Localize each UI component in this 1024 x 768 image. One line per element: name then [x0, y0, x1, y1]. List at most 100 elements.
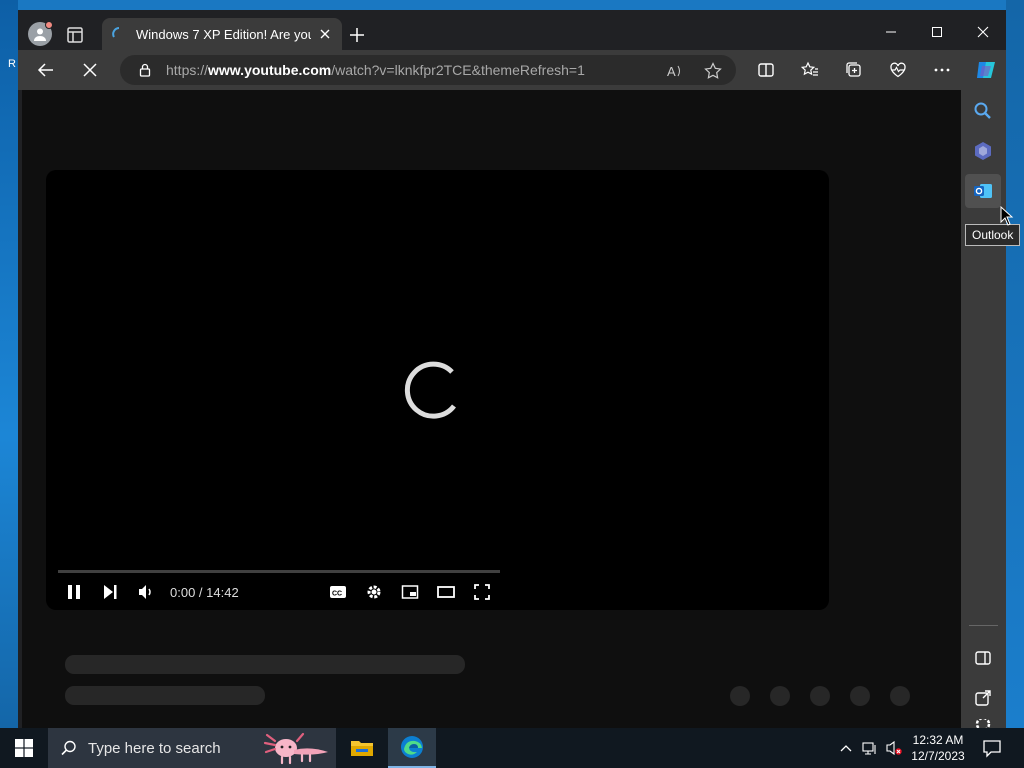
theater-mode-icon: [437, 586, 455, 598]
split-screen-button[interactable]: [756, 60, 776, 80]
sidebar-open-external-button[interactable]: [972, 687, 994, 709]
edge-taskbar-button[interactable]: [388, 728, 436, 768]
file-explorer-button[interactable]: [338, 728, 386, 768]
sidebar-outlook-button[interactable]: [972, 180, 994, 202]
tab-title: Windows 7 XP Edition! Are you k: [136, 26, 311, 42]
player-controls: 0:00 / 14:42 CC: [46, 580, 829, 604]
new-tab-icon[interactable]: [348, 26, 366, 44]
more-button[interactable]: [932, 60, 952, 80]
more-icon: [934, 68, 950, 72]
edge-sidebar: [961, 90, 1006, 728]
start-button[interactable]: [0, 728, 48, 768]
sidebar-toggle-icon: [975, 651, 991, 665]
open-external-icon: [975, 690, 991, 706]
next-video-button[interactable]: [100, 582, 120, 602]
sidebar-hide-button[interactable]: [972, 647, 994, 669]
loading-spinner-icon: [404, 361, 456, 419]
title-skeleton: [65, 655, 465, 674]
taskbar-search-box[interactable]: Type here to search: [48, 728, 336, 768]
notification-icon[interactable]: [982, 738, 1002, 758]
sidebar-divider: [969, 625, 998, 626]
pause-button[interactable]: [64, 582, 84, 602]
volume-button[interactable]: [136, 582, 156, 602]
collections-button[interactable]: [844, 60, 864, 80]
mouse-cursor-icon: [1000, 206, 1014, 226]
outlook-tooltip: Outlook: [965, 224, 1021, 246]
maximize-icon: [932, 27, 942, 37]
browser-essentials-icon: [890, 62, 906, 78]
copilot-icon: [977, 62, 995, 78]
profile-button[interactable]: [28, 21, 53, 46]
browser-essentials-button[interactable]: [888, 60, 908, 80]
close-icon: [977, 26, 989, 38]
browser-toolbar: https://www.youtube.com/watch?v=lknkfpr2…: [18, 50, 1006, 90]
sidebar-copilot-button[interactable]: [972, 140, 994, 162]
settings-button[interactable]: [364, 582, 384, 602]
next-icon: [104, 585, 117, 599]
action-skeleton-3: [810, 686, 830, 706]
action-skeleton-4: [850, 686, 870, 706]
miniplayer-button[interactable]: [400, 582, 420, 602]
desktop-background-right: [1006, 0, 1024, 728]
split-screen-icon: [758, 63, 774, 77]
profile-icon: [34, 28, 46, 41]
video-progress-bar[interactable]: [58, 570, 500, 573]
back-arrow-icon: [37, 63, 53, 77]
url-prefix: https://: [166, 62, 209, 78]
network-icon[interactable]: [862, 740, 878, 756]
search-icon: [974, 102, 991, 119]
search-placeholder: Type here to search: [88, 739, 221, 757]
svg-text:A: A: [667, 64, 676, 79]
star-icon[interactable]: [704, 62, 722, 80]
folder-icon: [351, 741, 373, 756]
system-clock[interactable]: 12:32 AM 12/7/2023: [904, 732, 972, 764]
fullscreen-button[interactable]: [472, 582, 492, 602]
captions-icon: CC: [330, 586, 346, 598]
channel-skeleton: [65, 686, 265, 705]
read-aloud-icon[interactable]: A: [666, 62, 684, 80]
video-player[interactable]: 0:00 / 14:42 CC: [46, 170, 829, 610]
video-time-display: 0:00 / 14:42: [170, 585, 239, 600]
windows-logo-icon: [15, 739, 33, 757]
maximize-button[interactable]: [914, 18, 960, 46]
sidebar-search-button[interactable]: [972, 100, 994, 122]
clock-date: 12/7/2023: [911, 749, 965, 763]
windows-taskbar: Type here to search 12:32 AM 12/7/2023: [0, 728, 1024, 768]
stop-loading-button[interactable]: [80, 60, 100, 80]
volume-muted-icon[interactable]: [886, 740, 902, 756]
favorites-button[interactable]: [800, 60, 820, 80]
action-skeleton-5: [890, 686, 910, 706]
svg-text:CC: CC: [332, 591, 342, 598]
url-text[interactable]: https://www.youtube.com/watch?v=lknkfpr2…: [166, 62, 585, 78]
desktop-text-fragment: R: [8, 58, 16, 70]
back-button[interactable]: [36, 60, 56, 80]
time-current: 0:00: [170, 585, 196, 600]
fullscreen-icon: [474, 584, 490, 600]
captions-button[interactable]: CC: [328, 582, 348, 602]
close-window-button[interactable]: [960, 18, 1006, 46]
copilot-sidebar-icon: [975, 142, 991, 160]
close-tab-icon[interactable]: [318, 27, 332, 41]
clock-time: 12:32 AM: [912, 733, 964, 747]
stop-loading-icon: [83, 63, 97, 77]
time-total: 14:42: [206, 585, 239, 600]
theater-mode-button[interactable]: [436, 582, 456, 602]
lock-icon[interactable]: [138, 63, 152, 77]
browser-window: Windows 7 XP Edition! Are you k https://…: [18, 10, 1006, 728]
url-path: /watch?v=lknkfpr2TCE&themeRefresh=1: [331, 62, 585, 78]
pause-icon: [68, 585, 80, 599]
tab-youtube[interactable]: Windows 7 XP Edition! Are you k: [102, 18, 342, 50]
web-page-content: 0:00 / 14:42 CC: [22, 90, 961, 728]
action-skeleton-2: [770, 686, 790, 706]
gear-icon: [367, 585, 381, 599]
profile-notification-dot: [45, 21, 53, 29]
collections-icon: [846, 62, 861, 77]
axolotl-illustration-icon: [263, 732, 328, 765]
sidebar-settings-button[interactable]: [972, 719, 994, 728]
show-hidden-icons-icon[interactable]: [838, 740, 854, 756]
copilot-button[interactable]: [974, 58, 998, 82]
search-icon: [61, 740, 76, 756]
minimize-button[interactable]: [868, 18, 914, 46]
tab-actions-icon[interactable]: [66, 26, 84, 44]
address-bar[interactable]: https://www.youtube.com/watch?v=lknkfpr2…: [120, 55, 736, 85]
